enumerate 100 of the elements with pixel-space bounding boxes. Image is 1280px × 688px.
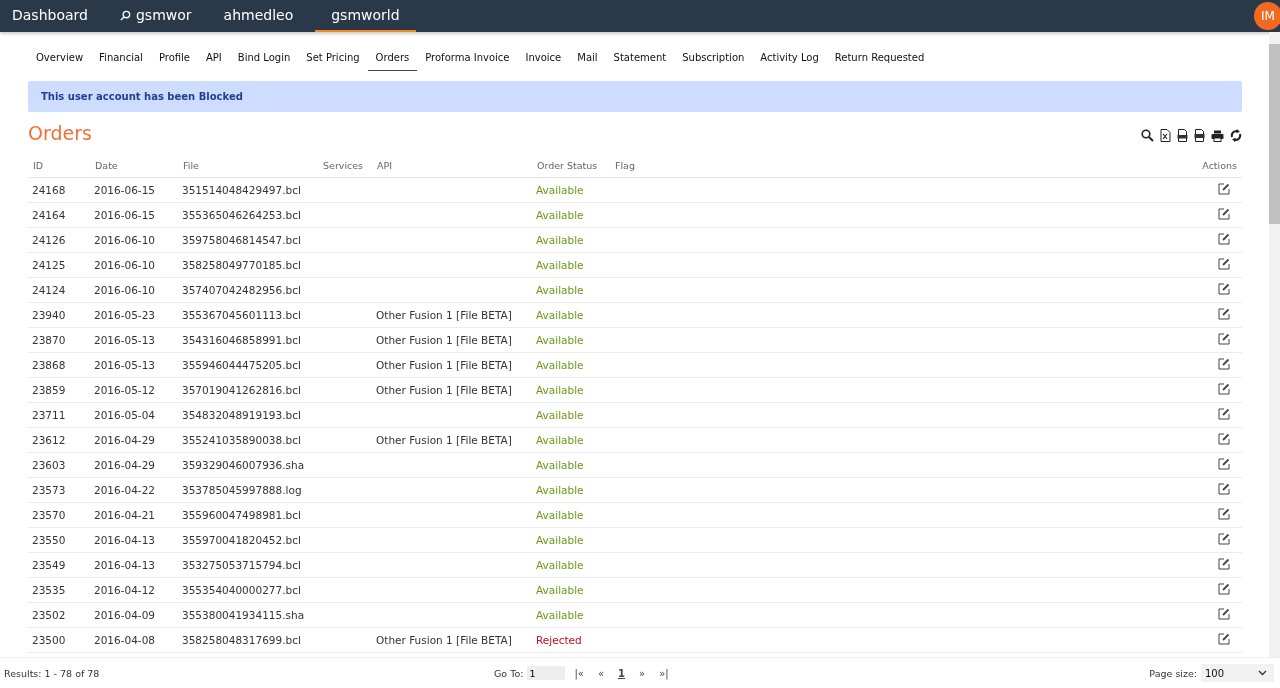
edit-icon[interactable] <box>1218 358 1230 370</box>
top-nav-item[interactable]: ahmedleo <box>213 0 304 32</box>
table-cell: 2016-05-04 <box>90 402 178 428</box>
column-header: Order Status <box>532 156 610 178</box>
tab[interactable]: Set Pricing <box>298 46 368 71</box>
table-cell: 2016-05-13 <box>90 352 178 378</box>
table-cell: Other Fusion 1 [File BETA] <box>376 434 512 446</box>
pager-link[interactable]: « <box>592 667 610 679</box>
edit-icon[interactable] <box>1218 533 1230 545</box>
table-cell: 23868 <box>28 352 90 378</box>
edit-icon[interactable] <box>1218 633 1230 645</box>
table-cell: 359758046814547.bcl <box>178 227 318 253</box>
table-cell: 23870 <box>28 327 90 353</box>
edit-icon[interactable] <box>1218 508 1230 520</box>
column-header: ID <box>28 156 90 178</box>
tab[interactable]: Subscription <box>674 46 753 71</box>
table-cell: 357407042482956.bcl <box>178 277 318 303</box>
edit-icon[interactable] <box>1218 283 1230 295</box>
order-status: Available <box>536 284 584 296</box>
table-cell: Other Fusion 1 [File BETA] <box>376 309 512 321</box>
edit-icon[interactable] <box>1218 233 1230 245</box>
excel-file-icon[interactable] <box>1160 129 1171 142</box>
table-cell: 2016-04-13 <box>90 552 178 578</box>
edit-icon[interactable] <box>1218 433 1230 445</box>
tab[interactable]: Orders <box>367 46 418 71</box>
pager-link[interactable]: 1 <box>613 667 630 679</box>
table-cell: Other Fusion 1 [File BETA] <box>376 384 512 396</box>
edit-icon[interactable] <box>1218 608 1230 620</box>
edit-icon[interactable] <box>1218 308 1230 320</box>
table-cell: 355380041934115.sha <box>178 602 318 628</box>
table-cell: 23940 <box>28 302 90 328</box>
tab[interactable]: Activity Log <box>752 46 827 71</box>
tab[interactable]: Bind Login <box>229 46 299 71</box>
table-cell: 24126 <box>28 227 90 253</box>
order-status: Available <box>536 459 584 471</box>
table-cell: 2016-04-08 <box>90 627 178 653</box>
print-icon[interactable] <box>1211 129 1224 142</box>
order-status: Available <box>536 359 584 371</box>
table-cell: 23573 <box>28 477 90 503</box>
edit-icon[interactable] <box>1218 258 1230 270</box>
order-status: Available <box>536 234 584 246</box>
go-to-field[interactable]: 1 <box>527 666 566 680</box>
top-nav-item[interactable]: gsmworld <box>315 0 416 32</box>
table-cell: 2016-05-12 <box>90 377 178 403</box>
scrollbar[interactable] <box>1269 32 1280 657</box>
table-cell: 24125 <box>28 252 90 278</box>
order-status: Available <box>536 309 584 321</box>
table-cell: 23502 <box>28 602 90 628</box>
table-cell: 2016-04-09 <box>90 602 178 628</box>
page-title: Orders <box>28 122 92 144</box>
search-icon[interactable] <box>1141 129 1154 142</box>
pager-link[interactable]: »| <box>654 667 674 679</box>
edit-icon[interactable] <box>1218 558 1230 570</box>
refresh-icon[interactable] <box>1230 129 1242 142</box>
order-status: Available <box>536 534 584 546</box>
order-status: Available <box>536 184 584 196</box>
tab[interactable]: Statement <box>605 46 675 71</box>
document-icon[interactable] <box>1177 129 1188 142</box>
table-cell: 23612 <box>28 427 90 453</box>
edit-icon[interactable] <box>1218 408 1230 420</box>
table-cell: 2016-04-29 <box>90 427 178 453</box>
table-cell: 23570 <box>28 502 90 528</box>
table-cell: 2016-05-23 <box>90 302 178 328</box>
page-size-select[interactable]: 100 <box>1201 664 1274 682</box>
edit-icon[interactable] <box>1218 208 1230 220</box>
tab[interactable]: Proforma Invoice <box>417 46 518 71</box>
table-cell: 355354040000277.bcl <box>178 577 318 603</box>
table-cell: Other Fusion 1 [File BETA] <box>376 359 512 371</box>
edit-icon[interactable] <box>1218 383 1230 395</box>
table-cell: 358258048317699.bcl <box>178 627 318 653</box>
table-cell: 354832048919193.bcl <box>178 402 318 428</box>
top-nav-item[interactable]: Dashboard <box>2 0 98 32</box>
document-icon[interactable] <box>1194 129 1205 142</box>
pager-link[interactable]: » <box>634 667 651 679</box>
table-cell: 355367045601113.bcl <box>178 302 318 328</box>
tab[interactable]: Overview <box>28 46 92 71</box>
pager-link[interactable]: |« <box>569 667 589 679</box>
tab[interactable]: Profile <box>150 46 198 71</box>
column-header: File <box>178 156 318 178</box>
table-cell: 358258049770185.bcl <box>178 252 318 278</box>
edit-icon[interactable] <box>1218 333 1230 345</box>
tab[interactable]: Invoice <box>517 46 570 71</box>
top-nav-item[interactable]: gsmwor <box>109 0 202 32</box>
edit-icon[interactable] <box>1218 183 1230 195</box>
order-status: Available <box>536 484 584 496</box>
table-cell: 353785045997888.log <box>178 477 318 503</box>
page-size-label: Page size: <box>1149 667 1197 679</box>
order-status: Rejected <box>536 634 582 646</box>
edit-icon[interactable] <box>1218 483 1230 495</box>
blocked-alert: This user account has been Blocked <box>28 81 1242 112</box>
order-status: Available <box>536 384 584 396</box>
tab[interactable]: Mail <box>569 46 606 71</box>
table-cell: 2016-06-10 <box>90 227 178 253</box>
edit-icon[interactable] <box>1218 458 1230 470</box>
tab[interactable]: Financial <box>91 46 151 71</box>
order-status: Available <box>536 409 584 421</box>
tab[interactable]: Return Requested <box>826 46 933 71</box>
edit-icon[interactable] <box>1218 583 1230 595</box>
table-cell: 355960047498981.bcl <box>178 502 318 528</box>
tab[interactable]: API <box>198 46 230 71</box>
